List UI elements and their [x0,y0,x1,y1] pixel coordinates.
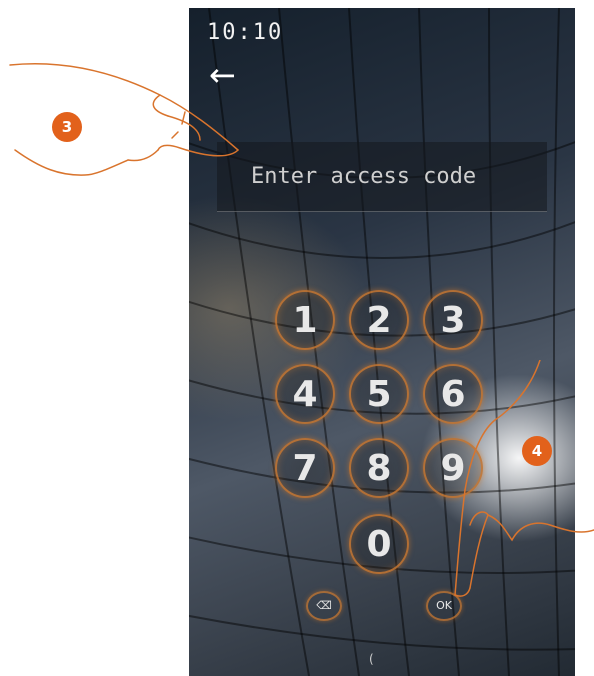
key-4[interactable]: 4 [275,364,335,424]
access-code-input[interactable]: Enter access code [217,142,547,212]
pointing-hand-icon [454,360,594,597]
key-8[interactable]: 8 [349,438,409,498]
step-3-badge: 3 [52,112,82,142]
step-4-badge: 4 [522,436,552,466]
key-3[interactable]: 3 [423,290,483,350]
pointing-hand-icon [9,63,239,176]
clock: 10:10 [207,20,284,45]
bottom-indicator: ( [369,652,374,666]
key-5[interactable]: 5 [349,364,409,424]
key-1[interactable]: 1 [275,290,335,350]
key-2[interactable]: 2 [349,290,409,350]
delete-button[interactable]: ⌫ [306,591,342,621]
key-0[interactable]: 0 [349,514,409,574]
key-7[interactable]: 7 [275,438,335,498]
